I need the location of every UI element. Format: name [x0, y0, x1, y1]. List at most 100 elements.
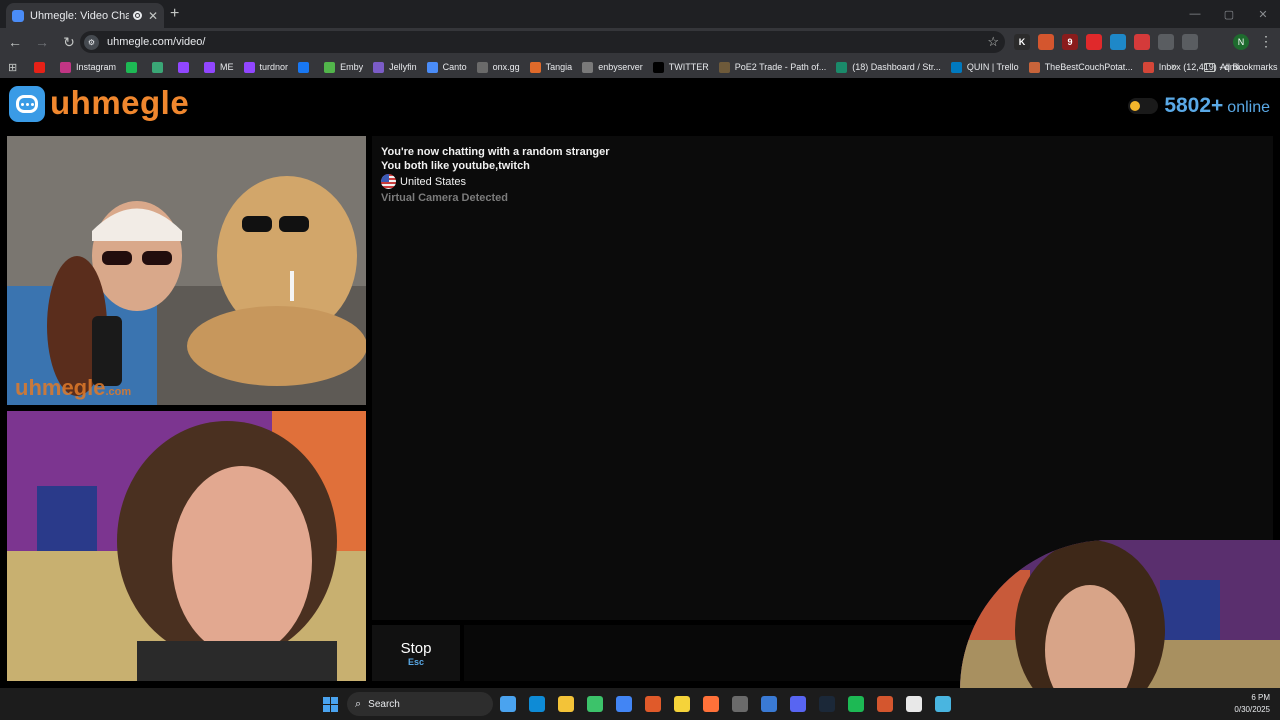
site-header: uhmegle 5802+ online	[0, 78, 1280, 132]
bookmark-item[interactable]: Jellyfin	[373, 61, 417, 73]
extension-icon[interactable]	[1086, 34, 1102, 50]
bookmark-favicon-icon	[373, 61, 385, 73]
bookmark-label: Emby	[340, 62, 364, 72]
close-window-button[interactable]: ✕	[1246, 0, 1280, 28]
site-info-icon[interactable]: ⚙	[84, 34, 99, 50]
taskbar-app-icon[interactable]	[587, 696, 603, 712]
chat-bubble-logo-icon[interactable]	[9, 86, 45, 122]
virtual-camera-notice: Virtual Camera Detected	[381, 192, 508, 204]
taskbar-app-icon[interactable]	[819, 696, 835, 712]
bookmark-favicon-icon	[950, 61, 962, 73]
extension-icon[interactable]	[1038, 34, 1054, 50]
bookmark-label: Canto	[442, 62, 467, 72]
back-arrow-icon[interactable]: ←	[3, 34, 27, 50]
minimize-button[interactable]: —	[1178, 0, 1212, 28]
bookmark-star-icon[interactable]: ☆	[987, 34, 999, 50]
uhmegle-watermark: uhmegle.com	[15, 375, 132, 400]
theme-toggle[interactable]	[1128, 98, 1159, 114]
site-favicon-icon	[12, 9, 24, 22]
taskbar-app-icon[interactable]	[732, 696, 748, 712]
search-label: Search	[368, 698, 400, 710]
bookmark-label: Tangia	[545, 62, 573, 72]
url-text[interactable]: uhmegle.com/video/	[107, 36, 205, 48]
bookmark-item[interactable]: PoE2 Trade - Path of...	[718, 61, 827, 73]
bookmark-favicon-icon	[34, 61, 45, 73]
apps-grid-icon[interactable]: ⊞	[8, 61, 20, 74]
taskbar-app-icon[interactable]	[674, 696, 690, 712]
new-tab-button[interactable]: +	[170, 5, 179, 23]
extension-icon[interactable]	[1182, 34, 1198, 50]
bookmark-item[interactable]: ME	[204, 61, 234, 73]
extensions-area: K9	[1014, 34, 1198, 50]
bookmark-favicon-icon	[178, 61, 190, 73]
close-tab-icon[interactable]: ✕	[148, 9, 158, 23]
bookmark-item[interactable]: enbyserver	[582, 61, 643, 73]
bookmark-item[interactable]: TWITTER	[652, 61, 709, 73]
online-counter: 5802+ online	[1128, 94, 1270, 118]
site-logo[interactable]: uhmegle	[50, 84, 189, 122]
bookmark-label: Jellyfin	[389, 62, 417, 72]
bookmark-item[interactable]	[298, 61, 314, 73]
bookmark-favicon-icon	[324, 61, 336, 73]
forward-arrow-icon[interactable]: →	[30, 34, 54, 50]
taskbar-app-icon[interactable]	[935, 696, 951, 712]
taskbar-app-icon[interactable]	[500, 696, 516, 712]
bookmark-favicon-icon	[1142, 61, 1154, 73]
bookmark-item[interactable]: (18) Dashboard / Str...	[836, 61, 941, 73]
bookmark-favicon-icon	[204, 61, 216, 73]
bookmark-favicon-icon	[476, 61, 488, 73]
taskbar-app-icon[interactable]	[848, 696, 864, 712]
bookmark-item[interactable]: Tangia	[529, 61, 573, 73]
taskbar-search[interactable]: ⌕ Search	[347, 692, 493, 716]
bookmark-favicon-icon	[529, 61, 541, 73]
taskbar-app-icon[interactable]	[703, 696, 719, 712]
extension-icon[interactable]	[1134, 34, 1150, 50]
bookmark-label: PoE2 Trade - Path of...	[734, 62, 827, 72]
stranger-country: United States	[381, 174, 466, 189]
address-bar[interactable]: ⚙ uhmegle.com/video/ ☆	[80, 31, 1005, 53]
bookmark-item[interactable]: Instagram	[60, 61, 116, 73]
bookmark-item[interactable]: Canto	[426, 61, 467, 73]
bookmark-item[interactable]: turdnor	[243, 61, 289, 73]
stop-shortcut: Esc	[407, 656, 424, 667]
all-bookmarks-button[interactable]: All Bookmarks	[1204, 56, 1278, 78]
clock-time: 6 PM	[1251, 693, 1270, 702]
bookmark-item[interactable]: TheBestCouchPotat...	[1028, 61, 1133, 73]
bookmark-item[interactable]: Emby	[324, 61, 364, 73]
bookmark-label: (18) Dashboard / Str...	[852, 62, 941, 72]
browser-menu-icon[interactable]: ⋮	[1259, 33, 1273, 50]
windows-start-icon[interactable]	[323, 697, 338, 712]
taskbar-app-icon[interactable]	[790, 696, 806, 712]
stop-button[interactable]: Stop Esc	[372, 625, 460, 681]
taskbar-app-icon[interactable]	[645, 696, 661, 712]
taskbar-app-icon[interactable]	[529, 696, 545, 712]
taskbar-app-icon[interactable]	[761, 696, 777, 712]
bookmark-item[interactable]: onx.gg	[476, 61, 520, 73]
bookmark-item[interactable]	[178, 61, 194, 73]
browser-tab[interactable]: Uhmegle: Video Chat | Rand ✕	[6, 3, 164, 28]
bookmark-favicon-icon	[426, 61, 438, 73]
extension-icon[interactable]: 9	[1062, 34, 1078, 50]
bookmark-favicon-icon	[243, 61, 255, 73]
bookmark-item[interactable]	[126, 61, 142, 73]
bookmark-favicon-icon	[652, 61, 664, 73]
folder-icon	[1204, 62, 1215, 72]
extension-icon[interactable]	[1158, 34, 1174, 50]
reload-icon[interactable]: ↻	[57, 34, 81, 51]
more-bookmarks-icon[interactable]: »	[1171, 56, 1177, 78]
extension-icon[interactable]: K	[1014, 34, 1030, 50]
bookmark-item[interactable]	[34, 61, 50, 73]
extension-icon[interactable]	[1110, 34, 1126, 50]
taskbar-app-icon[interactable]	[616, 696, 632, 712]
stranger-video-scene	[7, 136, 366, 405]
maximize-button[interactable]: ▢	[1212, 0, 1246, 28]
bookmark-label: enbyserver	[598, 62, 643, 72]
taskbar-app-icon[interactable]	[906, 696, 922, 712]
taskbar-app-icon[interactable]	[558, 696, 574, 712]
bookmark-label: turdnor	[259, 62, 289, 72]
profile-avatar[interactable]: N	[1233, 34, 1249, 50]
bookmark-item[interactable]	[152, 61, 168, 73]
taskbar-app-icon[interactable]	[877, 696, 893, 712]
bookmark-item[interactable]: QUIN | Trello	[950, 61, 1019, 73]
bookmark-favicon-icon	[1028, 61, 1040, 73]
